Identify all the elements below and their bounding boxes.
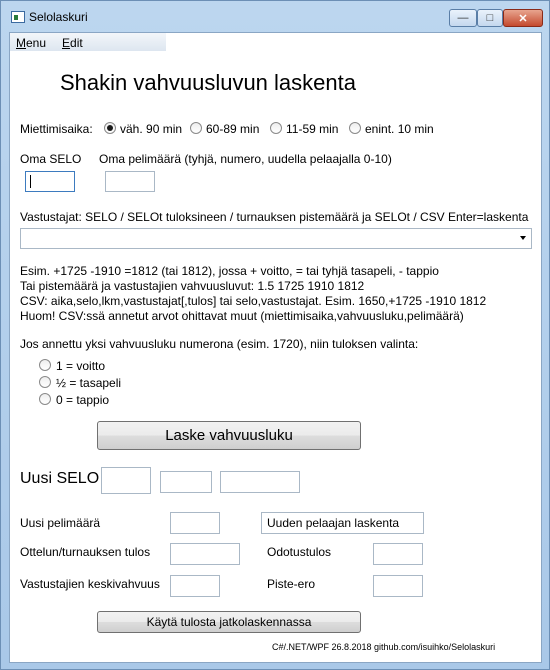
result-loss-label[interactable]: 0 = tappio [56, 393, 109, 407]
close-icon: ✕ [518, 12, 528, 25]
minimize-button[interactable]: — [449, 9, 477, 27]
menu-bar: Menu Edit [10, 33, 166, 51]
app-window: Selolaskuri — □ ✕ Menu Edit Shakin vahvu… [0, 0, 550, 670]
thinking-time-option-2[interactable]: 60-89 min [206, 122, 259, 136]
text-caret [30, 175, 31, 188]
match-result-output[interactable] [170, 543, 240, 565]
thinking-time-label: Miettimisaika: [20, 122, 93, 136]
maximize-icon: □ [486, 12, 494, 24]
new-games-label: Uusi pelimäärä [20, 516, 101, 530]
new-selo-label: Uusi SELO [20, 470, 100, 487]
help-line-4: Huom! CSV:ssä annetut arvot ohittavat mu… [20, 309, 464, 323]
new-selo-range[interactable] [220, 471, 300, 493]
menu-mnemonic: M [16, 36, 26, 50]
help-line-1: Esim. +1725 -1910 =1812 (tai 1812), joss… [20, 264, 439, 278]
window-title: Selolaskuri [29, 10, 88, 24]
minimize-icon: — [457, 12, 469, 24]
opponents-combobox[interactable] [20, 228, 532, 249]
maximize-button[interactable]: □ [477, 9, 503, 27]
thinking-time-option-1[interactable]: väh. 90 min [120, 122, 182, 136]
thinking-time-radio-1[interactable] [104, 122, 116, 134]
thinking-time-radio-2[interactable] [190, 122, 202, 134]
menu-menu[interactable]: Menu [16, 36, 46, 50]
continue-calculation-button[interactable]: Käytä tulosta jatkolaskennassa [97, 611, 361, 633]
app-icon [11, 11, 25, 23]
result-choice-label: Jos annettu yksi vahvuusluku numerona (e… [20, 337, 419, 351]
point-diff-label: Piste-ero [267, 577, 316, 591]
new-selo-value[interactable] [101, 467, 151, 494]
result-draw-label[interactable]: ½ = tasapeli [56, 376, 121, 390]
menu-edit[interactable]: Edit [62, 36, 83, 50]
result-draw-radio[interactable] [39, 376, 51, 388]
footer-text: C#/.NET/WPF 26.8.2018 github.com/isuihko… [272, 642, 496, 652]
expected-label: Odotustulos [267, 545, 332, 559]
close-button[interactable]: ✕ [503, 9, 543, 27]
expected-output[interactable] [373, 543, 423, 565]
thinking-time-option-4[interactable]: enint. 10 min [365, 122, 434, 136]
new-games-output[interactable] [170, 512, 220, 534]
result-win-label[interactable]: 1 = voitto [56, 359, 105, 373]
edit-rest: dit [70, 36, 83, 50]
result-win-radio[interactable] [39, 359, 51, 371]
own-selo-label: Oma SELO [20, 152, 82, 166]
thinking-time-radio-4[interactable] [349, 122, 361, 134]
result-loss-radio[interactable] [39, 393, 51, 405]
edit-mnemonic: E [62, 36, 71, 50]
page-title: Shakin vahvuusluvun laskenta [60, 70, 356, 95]
thinking-time-radio-3[interactable] [270, 122, 282, 134]
menu-rest: enu [26, 36, 47, 50]
help-line-2: Tai pistemäärä ja vastustajien vahvuuslu… [20, 279, 365, 293]
opponents-label: Vastustajat: SELO / SELOt tuloksineen / … [20, 210, 529, 224]
opponents-average-output[interactable] [170, 575, 220, 597]
point-diff-output[interactable] [373, 575, 423, 597]
chevron-down-icon[interactable] [520, 236, 526, 240]
new-player-calc-text: Uuden pelaajan laskenta [267, 516, 400, 530]
thinking-time-option-3[interactable]: 11-59 min [286, 122, 338, 136]
own-games-label: Oma pelimäärä (tyhjä, numero, uudella pe… [99, 152, 392, 166]
title-bar[interactable]: Selolaskuri — □ ✕ [1, 1, 549, 31]
help-line-3: CSV: aika,selo,lkm,vastustajat[,tulos] t… [20, 294, 487, 308]
match-result-label: Ottelun/turnauksen tulos [20, 545, 151, 559]
client-area: Menu Edit Shakin vahvuusluvun laskenta M… [9, 32, 542, 663]
opponents-average-label: Vastustajien keskivahvuus [20, 577, 160, 591]
calculate-button[interactable]: Laske vahvuusluku [97, 421, 361, 450]
new-player-calc-box[interactable]: Uuden pelaajan laskenta [261, 512, 424, 534]
own-games-input[interactable] [105, 171, 155, 192]
new-selo-change[interactable] [160, 471, 212, 493]
own-selo-input[interactable] [25, 171, 75, 192]
